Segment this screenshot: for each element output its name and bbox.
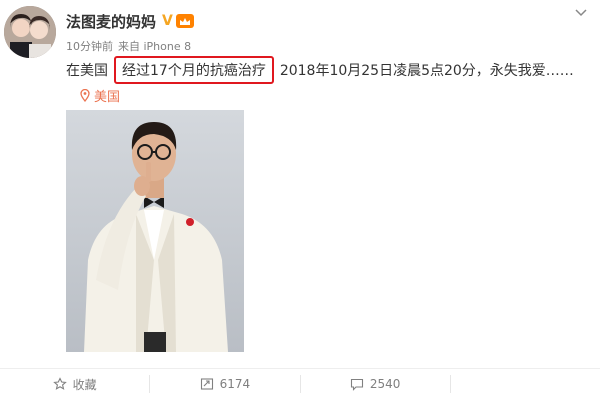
post-source: 来自 iPhone 8 xyxy=(118,40,192,53)
username[interactable]: 法图麦的妈妈 xyxy=(66,11,156,32)
location-tag[interactable]: 美国 xyxy=(80,86,120,105)
post-time[interactable]: 10分钟前 xyxy=(66,38,113,54)
chevron-down-icon[interactable] xyxy=(574,6,588,20)
highlighted-text: 经过17个月的抗癌治疗 xyxy=(114,56,274,84)
verified-badge: V xyxy=(162,13,173,29)
repost-count: 6174 xyxy=(219,377,251,391)
post-text-suffix: 2018年10月25日凌晨5点20分，永失我爱…… xyxy=(279,63,574,79)
comment-count: 2540 xyxy=(369,377,401,391)
comment-button[interactable]: 2540 xyxy=(301,375,451,393)
repost-button[interactable]: 6174 xyxy=(150,375,301,393)
post-text-prefix: 在美国 xyxy=(66,63,108,79)
comment-icon xyxy=(350,378,363,391)
post-meta: 10分钟前 来自 iPhone 8 xyxy=(66,38,191,54)
post-image[interactable] xyxy=(66,110,244,352)
action-bar: 收藏 6174 2540 xyxy=(0,368,600,399)
avatar-image xyxy=(4,6,56,58)
post-text: 在美国 经过17个月的抗癌治疗 2018年10月25日凌晨5点20分，永失我爱…… xyxy=(66,56,574,84)
favorite-label: 收藏 xyxy=(72,377,97,392)
favorite-button[interactable]: 收藏 xyxy=(0,375,151,393)
like-button[interactable] xyxy=(451,375,600,393)
author-row: 法图麦的妈妈 V xyxy=(66,10,194,32)
member-level-icon xyxy=(175,14,194,28)
star-icon xyxy=(52,377,67,390)
location-pin-icon xyxy=(80,89,90,102)
repost-icon xyxy=(200,378,213,390)
avatar[interactable] xyxy=(4,6,56,58)
location-label: 美国 xyxy=(94,90,121,105)
